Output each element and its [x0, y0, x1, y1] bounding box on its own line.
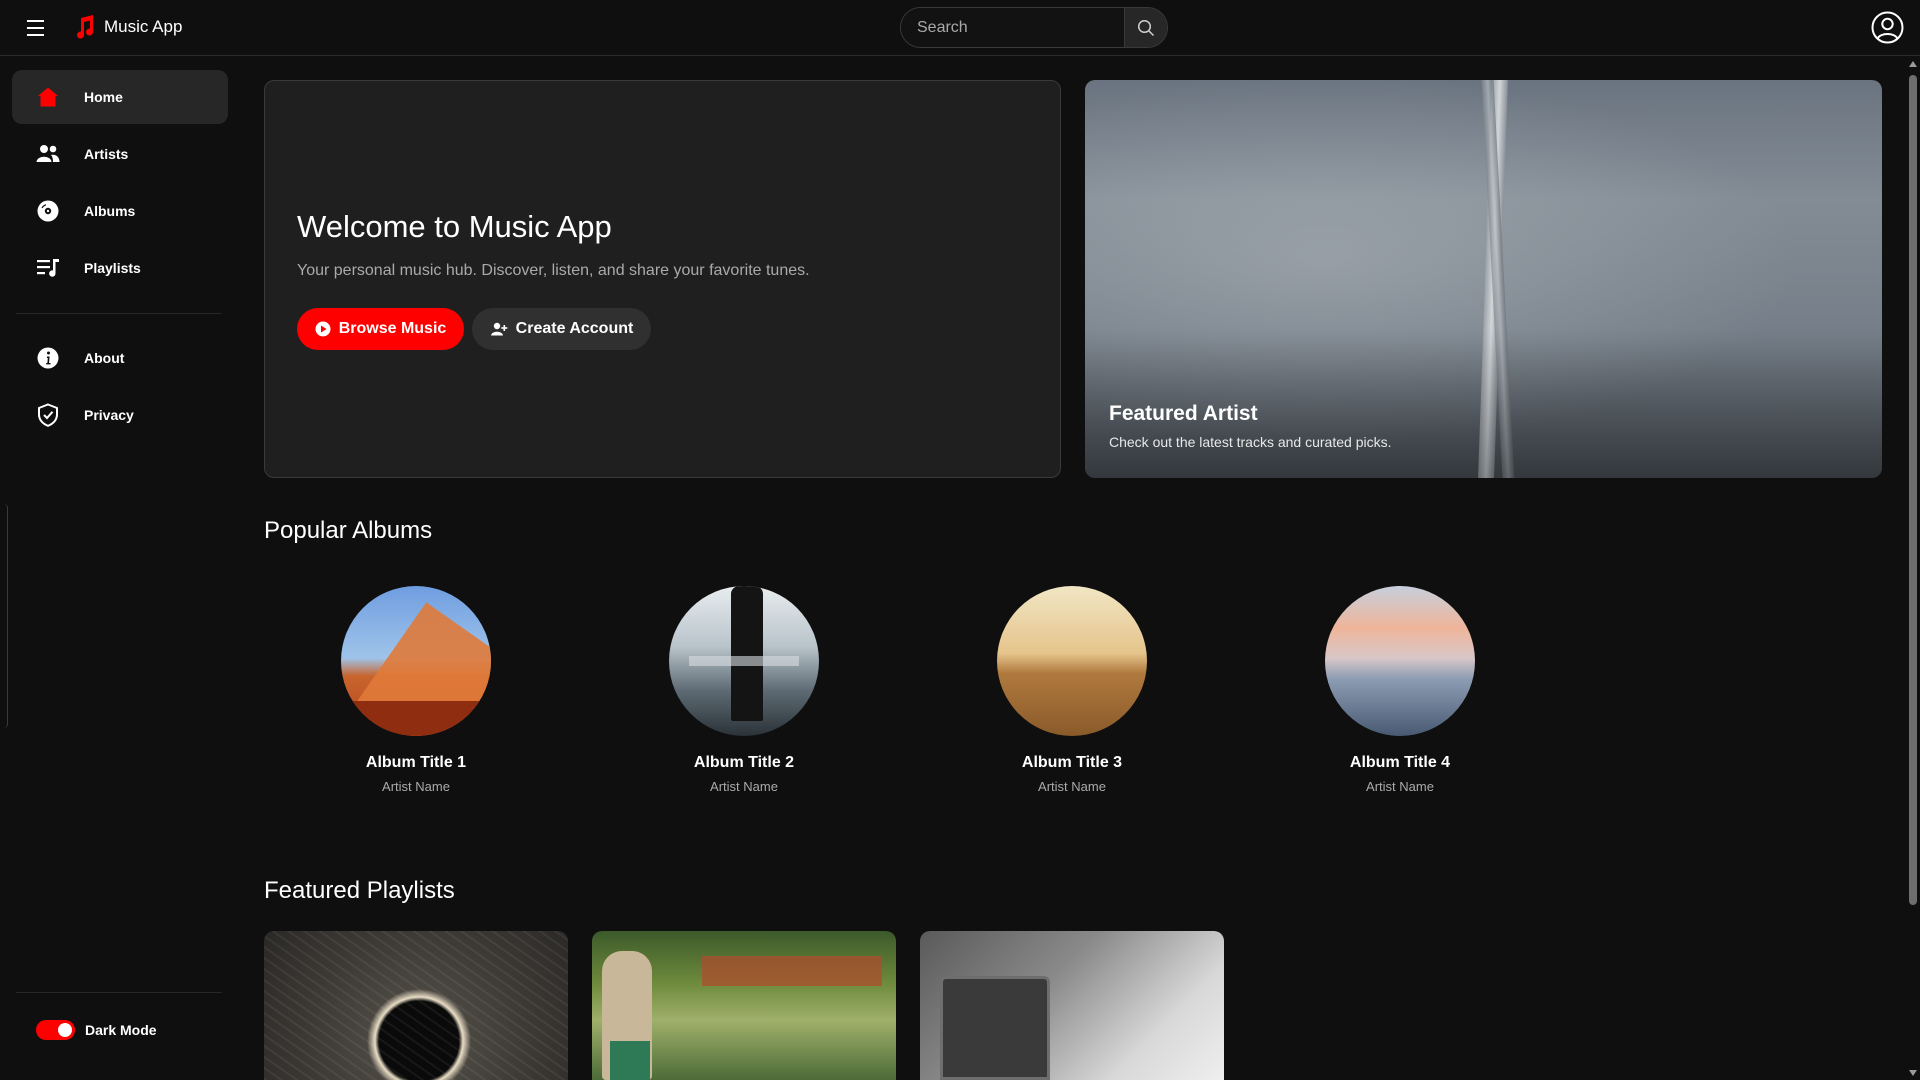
sidebar-item-label: Albums — [84, 203, 136, 219]
sidebar-resize-handle[interactable] — [0, 504, 8, 728]
album-card[interactable]: Album Title 3 Artist Name — [972, 586, 1172, 794]
scroll-down-icon[interactable] — [1909, 1070, 1917, 1076]
browse-music-button[interactable]: Browse Music — [297, 308, 464, 350]
sidebar-item-playlists[interactable]: Playlists — [12, 241, 228, 295]
featured-playlists-heading: Featured Playlists — [264, 877, 455, 904]
search-button[interactable] — [1124, 8, 1167, 47]
top-bar: Music App — [0, 0, 1920, 56]
scroll-up-icon[interactable] — [1909, 61, 1917, 67]
playlist-card[interactable] — [264, 931, 568, 1080]
album-card[interactable]: Album Title 4 Artist Name — [1300, 586, 1500, 794]
sidebar-divider — [16, 313, 222, 314]
welcome-title: Welcome to Music App — [297, 209, 612, 244]
album-cover — [341, 586, 491, 736]
sidebar-item-label: Playlists — [84, 260, 141, 276]
info-icon — [36, 346, 60, 370]
playlist-cover — [264, 931, 568, 1080]
album-cover — [669, 586, 819, 736]
album-artist: Artist Name — [382, 779, 450, 794]
playlist-card[interactable] — [920, 931, 1224, 1080]
menu-icon[interactable] — [22, 16, 50, 40]
sidebar-item-label: About — [84, 350, 125, 366]
sidebar-item-home[interactable]: Home — [12, 70, 228, 124]
page-scrollbar[interactable] — [1906, 57, 1920, 1080]
playlist-cover — [940, 976, 1050, 1080]
album-cover — [1325, 586, 1475, 736]
album-artist: Artist Name — [710, 779, 778, 794]
people-icon — [36, 142, 60, 166]
scrollbar-thumb[interactable] — [1909, 75, 1917, 905]
album-artist: Artist Name — [1038, 779, 1106, 794]
sidebar-item-privacy[interactable]: Privacy — [12, 388, 228, 442]
sidebar-item-artists[interactable]: Artists — [12, 127, 228, 181]
welcome-card: Welcome to Music App Your personal music… — [264, 80, 1061, 478]
featured-artist-card[interactable]: Featured Artist Check out the latest tra… — [1085, 80, 1882, 478]
dark-mode-label: Dark Mode — [85, 1022, 157, 1038]
playlist-icon — [36, 256, 60, 280]
album-cover — [997, 586, 1147, 736]
search-input[interactable] — [901, 8, 1124, 47]
welcome-subtitle: Your personal music hub. Discover, liste… — [297, 262, 810, 279]
music-note-icon — [77, 15, 94, 39]
album-title: Album Title 4 — [1349, 754, 1451, 771]
sidebar-item-label: Privacy — [84, 407, 134, 423]
shield-icon — [36, 403, 60, 427]
dark-mode-toggle[interactable]: Dark Mode — [36, 1020, 157, 1040]
playlist-card[interactable] — [592, 931, 896, 1080]
browse-music-label: Browse Music — [338, 320, 447, 337]
album-title: Album Title 3 — [1021, 754, 1123, 771]
play-circle-icon — [315, 321, 331, 337]
app-logo[interactable]: Music App — [72, 14, 182, 40]
album-title: Album Title 2 — [693, 754, 795, 771]
album-artist: Artist Name — [1366, 779, 1434, 794]
album-card[interactable]: Album Title 2 Artist Name — [644, 586, 844, 794]
create-account-label: Create Account — [515, 320, 634, 337]
sidebar-item-albums[interactable]: Albums — [12, 184, 228, 238]
sidebar-item-label: Home — [84, 89, 123, 105]
sidebar-divider — [16, 992, 222, 993]
disc-icon — [36, 199, 60, 223]
toggle-switch[interactable] — [36, 1020, 75, 1040]
album-card[interactable]: Album Title 1 Artist Name — [316, 586, 516, 794]
sidebar-item-label: Artists — [84, 146, 129, 162]
sidebar-item-about[interactable]: About — [12, 331, 228, 385]
search-bar — [900, 7, 1168, 48]
search-icon — [1137, 19, 1155, 36]
featured-artist-subtitle: Check out the latest tracks and curated … — [1109, 434, 1392, 450]
album-title: Album Title 1 — [365, 754, 467, 771]
account-circle-icon[interactable] — [1871, 11, 1904, 44]
app-name: Music App — [104, 17, 183, 36]
add-user-icon — [490, 322, 507, 336]
create-account-button[interactable]: Create Account — [472, 308, 651, 350]
popular-albums-heading: Popular Albums — [264, 517, 433, 544]
sidebar: Home Artists Albums Playlists About Priv… — [0, 57, 240, 1080]
home-icon — [36, 85, 60, 109]
featured-artist-title: Featured Artist — [1109, 402, 1258, 425]
